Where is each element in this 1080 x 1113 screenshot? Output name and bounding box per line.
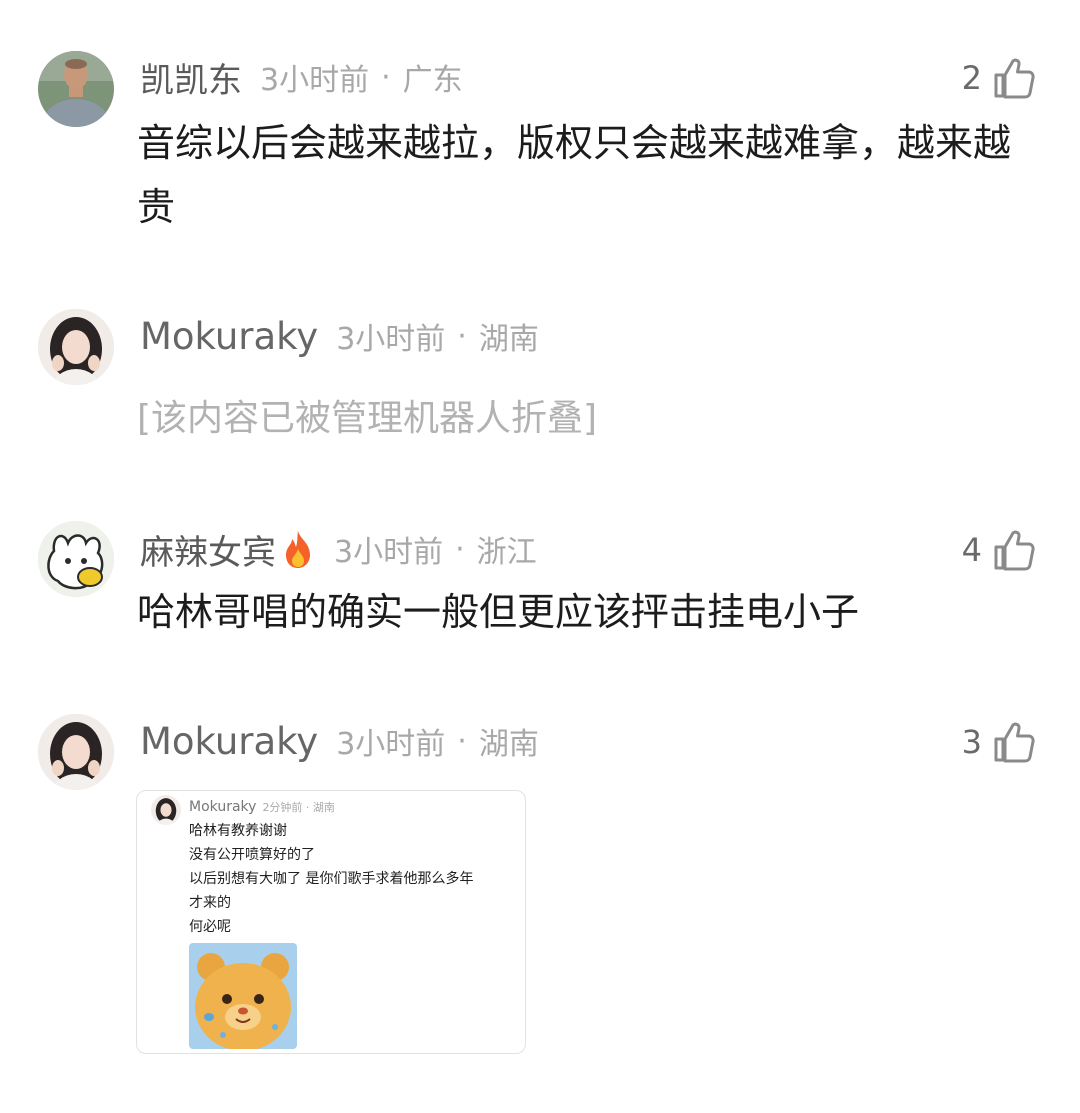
comment-text: 哈林有教养谢谢 没有公开喷算好的了 以后别想有大咖了 是你们歌手求着他那么多年 … bbox=[189, 819, 473, 939]
timestamp: 3小时前 bbox=[260, 63, 370, 98]
username: Mokuraky bbox=[189, 799, 257, 815]
comment-text: 哈林哥唱的确实一般但更应该抨击挂电小子 bbox=[137, 590, 860, 634]
avatar[interactable] bbox=[38, 309, 114, 385]
avatar[interactable] bbox=[38, 714, 114, 790]
timestamp: 2分钟前 · 湖南 bbox=[262, 801, 335, 814]
username[interactable]: Mokuraky bbox=[140, 315, 318, 358]
thumbs-up-icon bbox=[994, 530, 1035, 571]
avatar[interactable] bbox=[38, 521, 114, 597]
location: 浙江 bbox=[476, 535, 537, 570]
folded-notice: [该内容已被管理机器人折叠] bbox=[137, 398, 598, 439]
attached-screenshot[interactable]: Mokuraky 2分钟前 · 湖南 哈林有教养谢谢 没有公开喷算好的了 以后别… bbox=[136, 790, 526, 1054]
separator-dot: · bbox=[457, 318, 467, 354]
separator-dot: · bbox=[457, 723, 467, 759]
text-line: 哈林有教养谢谢 bbox=[189, 823, 287, 839]
username[interactable]: 凯凯东 bbox=[140, 53, 242, 102]
bear-sticker-image[interactable] bbox=[189, 943, 297, 1049]
separator-dot: · bbox=[381, 59, 391, 95]
comment-meta: 麻辣女宾 3小时前 · 浙江 bbox=[140, 524, 537, 574]
username[interactable]: 麻辣女宾 bbox=[140, 525, 276, 574]
comment-meta: Mokuraky 3小时前 · 湖南 bbox=[140, 311, 539, 361]
thumbs-up-icon bbox=[994, 722, 1035, 763]
location: 广东 bbox=[402, 63, 463, 98]
username[interactable]: Mokuraky bbox=[140, 720, 318, 763]
timestamp: 3小时前 bbox=[336, 322, 446, 357]
comment-meta: Mokuraky 2分钟前 · 湖南 bbox=[189, 795, 335, 819]
comment-text: 音综以后会越来越拉，版权只会越来越难拿，越来越贵 bbox=[137, 121, 1012, 229]
like-button[interactable]: 4 bbox=[962, 525, 1036, 575]
avatar[interactable] bbox=[38, 51, 114, 127]
text-line: 以后别想有大咖了 是你们歌手求着他那么多年 bbox=[189, 871, 474, 887]
text-line: 没有公开喷算好的了 bbox=[189, 847, 315, 863]
location: 湖南 bbox=[478, 727, 539, 762]
fire-icon bbox=[286, 531, 310, 568]
text-line: 何必呢 bbox=[189, 919, 231, 935]
like-button[interactable]: 3 bbox=[962, 717, 1036, 767]
separator-dot: · bbox=[455, 531, 465, 567]
like-count: 4 bbox=[961, 531, 982, 569]
timestamp: 3小时前 bbox=[336, 727, 446, 762]
location: 湖南 bbox=[478, 322, 539, 357]
comment-meta: 凯凯东 3小时前 · 广东 bbox=[140, 52, 463, 102]
avatar bbox=[151, 795, 181, 825]
like-count: 2 bbox=[961, 59, 982, 97]
timestamp: 3小时前 bbox=[334, 535, 444, 570]
like-count: 3 bbox=[961, 723, 982, 761]
thumbs-up-icon bbox=[994, 58, 1035, 99]
comment-meta: Mokuraky 3小时前 · 湖南 bbox=[140, 716, 539, 766]
text-line: 才来的 bbox=[189, 895, 231, 911]
like-button[interactable]: 2 bbox=[962, 53, 1036, 103]
